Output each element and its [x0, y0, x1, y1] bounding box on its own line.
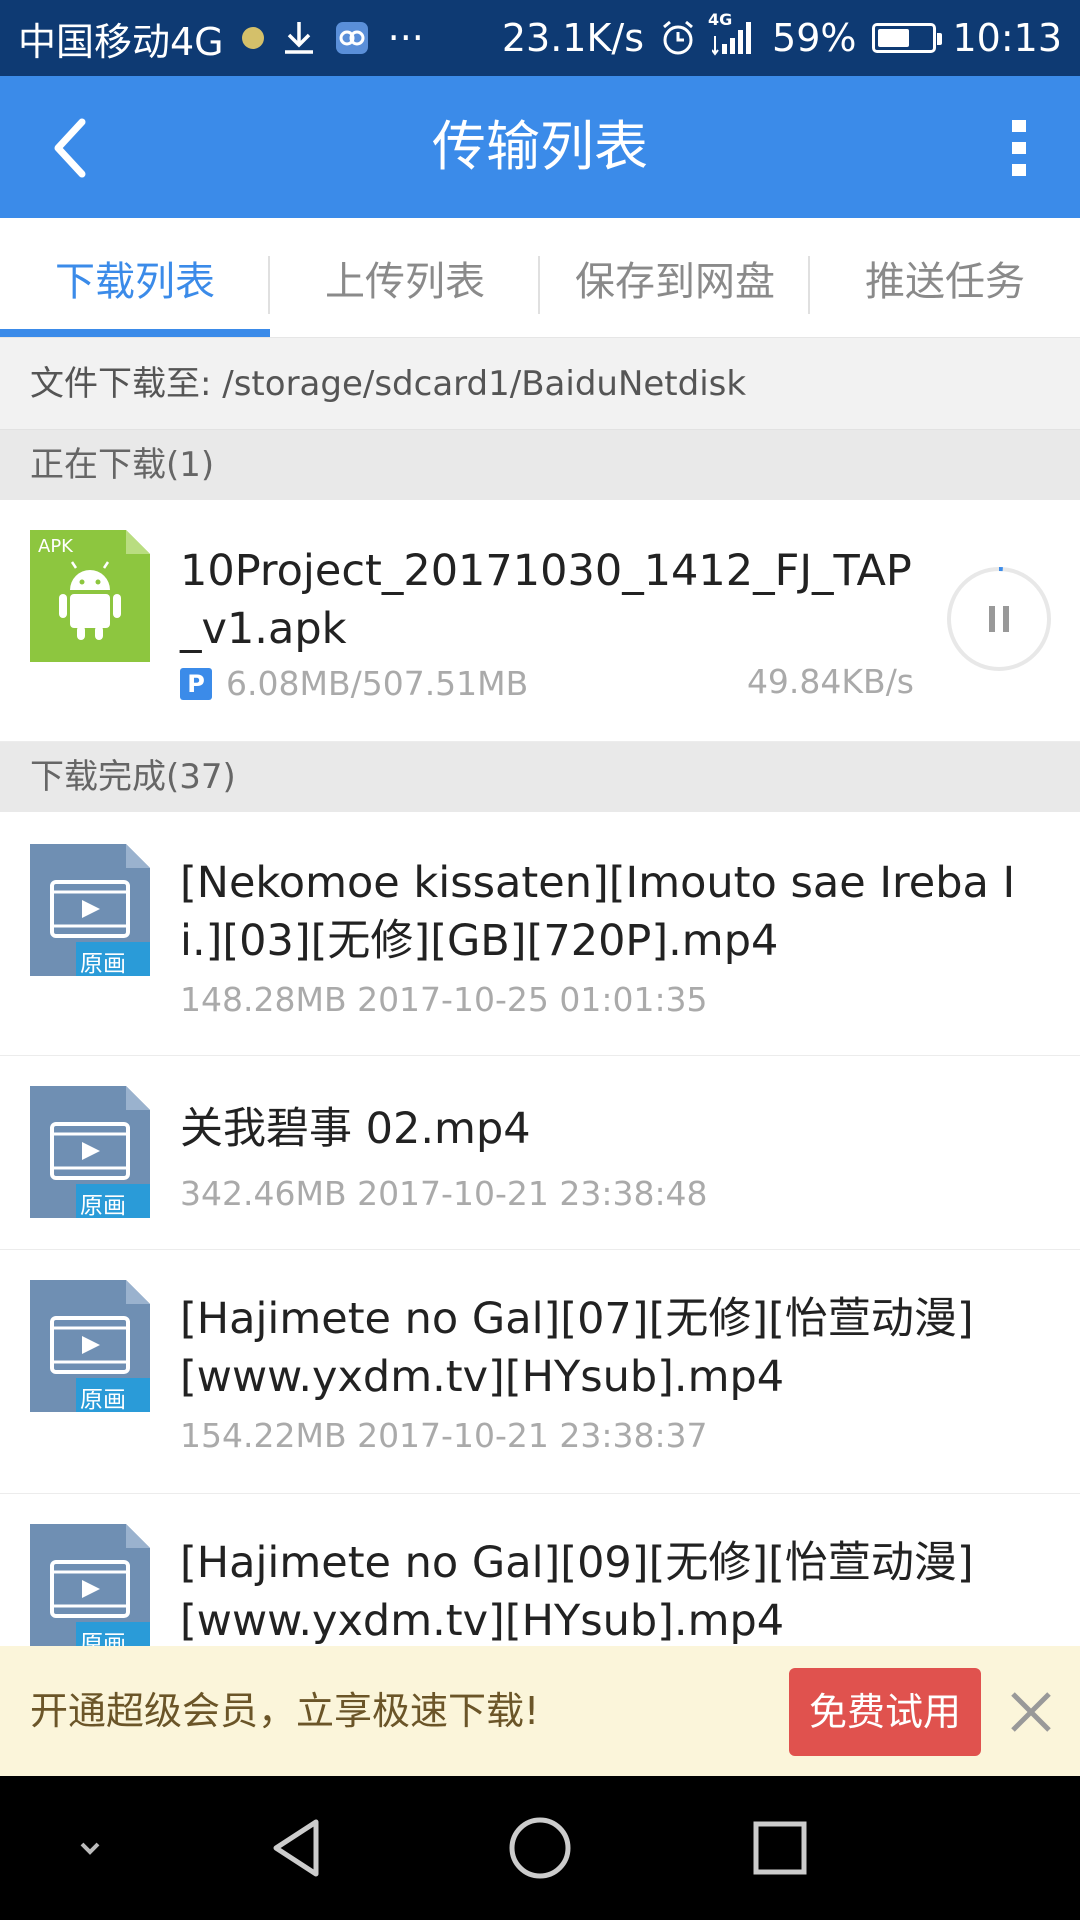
- signal-icon: 4G: [708, 10, 756, 56]
- video-file-icon: 原画: [30, 1086, 150, 1219]
- promo-text: 开通超级会员，立享极速下载!: [30, 1689, 540, 1733]
- nav-back-button[interactable]: [264, 1812, 336, 1884]
- recents-square-icon: [753, 1821, 807, 1875]
- home-circle-icon: [509, 1817, 571, 1879]
- pause-button[interactable]: [946, 566, 1052, 672]
- nav-home-button[interactable]: [504, 1812, 576, 1884]
- close-promo-button[interactable]: [1005, 1686, 1057, 1738]
- pause-icon: [947, 566, 1051, 671]
- apk-file-icon: APK: [30, 530, 150, 662]
- download-rate: 49.84KB/s: [746, 662, 914, 701]
- more-options-button[interactable]: [990, 112, 1050, 184]
- p-badge-icon: P: [180, 667, 212, 700]
- downloading-file-name: 10Project_20171030_1412_FJ_TAP_v1.apk: [180, 546, 912, 654]
- downloading-section-header: 正在下载(1): [0, 430, 1080, 500]
- chevron-down-icon: [80, 1842, 100, 1855]
- nav-recents-button[interactable]: [744, 1812, 816, 1884]
- file-meta: 148.28MB 2017-10-25 01:01:35: [180, 980, 708, 1019]
- tab-upload-list[interactable]: 上传列表: [270, 218, 540, 337]
- file-name: [Nekomoe kissaten][Imouto sae Ireba Ii.]…: [180, 858, 1016, 966]
- tab-label: 上传列表: [325, 258, 485, 305]
- close-icon: [1011, 1692, 1051, 1732]
- completed-item[interactable]: 原画 [Nekomoe kissaten][Imouto sae Ireba I…: [0, 812, 1080, 1056]
- app-bar: 传输列表: [0, 76, 1080, 218]
- completed-item[interactable]: 原画 [Hajimete no Gal][07][无修][怡萱动漫][www.y…: [0, 1250, 1080, 1494]
- tab-label: 保存到网盘: [575, 258, 775, 305]
- quality-tag: 原画: [80, 1193, 126, 1219]
- transfer-tabs: 下载列表 上传列表 保存到网盘 推送任务: [0, 218, 1080, 338]
- file-meta: 342.46MB 2017-10-21 23:38:48: [180, 1174, 708, 1213]
- tab-push-tasks[interactable]: 推送任务: [810, 218, 1080, 337]
- video-file-icon: 原画: [30, 1524, 150, 1646]
- quality-tag: 原画: [80, 1631, 126, 1646]
- system-nav-bar: [0, 1776, 1080, 1920]
- free-trial-button[interactable]: 免费试用: [789, 1668, 981, 1756]
- tab-download-list[interactable]: 下载列表: [0, 218, 270, 337]
- download-path[interactable]: 文件下载至: /storage/sdcard1/BaiduNetdisk: [0, 338, 1080, 430]
- clock: 10:13: [952, 16, 1062, 60]
- network-speed: 23.1K/s: [501, 16, 645, 60]
- network-type-label: 4G: [708, 10, 733, 29]
- quality-tag: 原画: [80, 1387, 126, 1413]
- apk-icon-label: APK: [38, 536, 73, 557]
- quality-tag: 原画: [80, 951, 126, 977]
- download-progress-text: P 6.08MB/507.51MB: [180, 662, 528, 703]
- baidu-netdisk-icon: [334, 20, 370, 56]
- alarm-icon: [660, 20, 696, 56]
- battery-percent: 59%: [772, 16, 857, 60]
- back-triangle-icon: [273, 1819, 319, 1877]
- carrier-label: 中国移动4G: [18, 19, 224, 64]
- tab-label: 推送任务: [865, 258, 1025, 305]
- file-name: 关我碧事 02.mp4: [180, 1104, 531, 1154]
- download-icon: [282, 20, 316, 56]
- file-name: [Hajimete no Gal][07][无修][怡萱动漫][www.yxdm…: [180, 1294, 974, 1402]
- vip-promo-banner: 开通超级会员，立享极速下载! 免费试用: [0, 1646, 1080, 1776]
- completed-item[interactable]: 原画 [Hajimete no Gal][09][无修][怡萱动漫][www.y…: [0, 1494, 1080, 1646]
- status-bar: 中国移动4G ··· 23.1K/s 4G 59% 10:13: [0, 0, 1080, 76]
- hide-nav-button[interactable]: [54, 1812, 126, 1884]
- page-title: 传输列表: [432, 115, 648, 178]
- video-file-icon: 原画: [30, 844, 150, 977]
- more-notifications-icon: ···: [387, 16, 424, 60]
- completed-item[interactable]: 原画 关我碧事 02.mp4 342.46MB 2017-10-21 23:38…: [0, 1056, 1080, 1250]
- video-file-icon: 原画: [30, 1280, 150, 1413]
- tab-save-to-netdisk[interactable]: 保存到网盘: [540, 218, 810, 337]
- file-meta: 154.22MB 2017-10-21 23:38:37: [180, 1416, 708, 1455]
- notification-dot-icon: [241, 27, 264, 49]
- tab-label: 下载列表: [55, 258, 215, 305]
- more-vertical-icon: [1012, 120, 1026, 176]
- downloading-item[interactable]: APK 10Project_20171030_1412_FJ_TAP_v1.ap…: [0, 500, 1080, 742]
- battery-fill: [878, 29, 910, 47]
- completed-section-header: 下载完成(37): [0, 742, 1080, 812]
- download-size: 6.08MB/507.51MB: [226, 664, 529, 703]
- file-name: [Hajimete no Gal][09][无修][怡萱动漫][www.yxdm…: [180, 1538, 974, 1646]
- battery-icon: [872, 23, 943, 53]
